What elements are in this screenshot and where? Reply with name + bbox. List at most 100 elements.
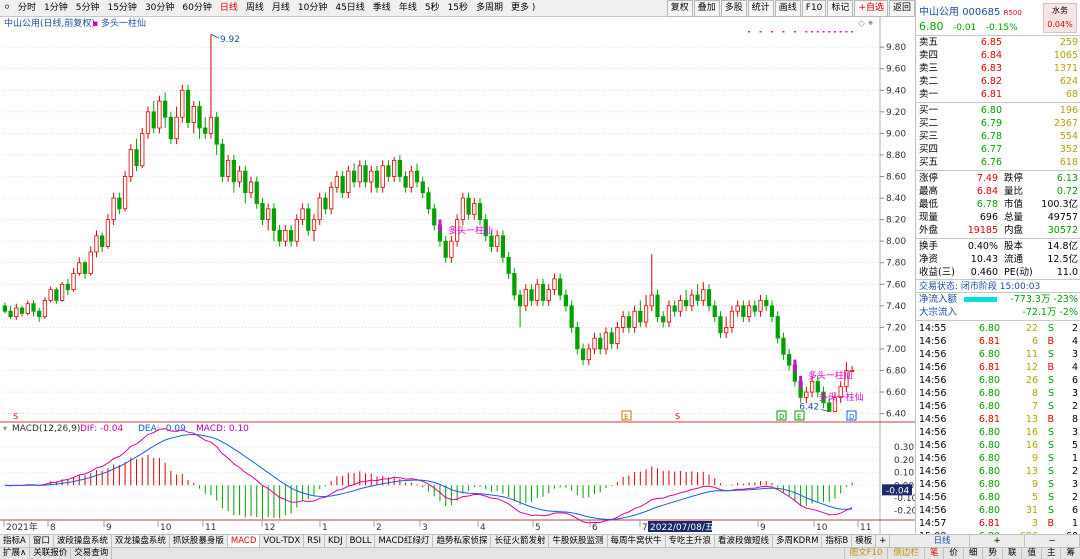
period-tab[interactable]: 30分钟	[141, 0, 178, 17]
toolbar-button[interactable]: F10	[801, 0, 827, 17]
settings-icon[interactable]: ⚪	[0, 0, 14, 17]
toolbar-button[interactable]: 多股	[720, 0, 747, 17]
date-label: 4	[480, 523, 486, 533]
sidebar-view-tab[interactable]: 势	[982, 548, 1002, 559]
indicator-tab[interactable]: 窗口	[30, 535, 54, 547]
period-tab[interactable]: 更多 )	[507, 0, 539, 17]
toolbar-button[interactable]: 返回	[888, 0, 915, 17]
sidebar-view-tab[interactable]: 联	[1001, 548, 1022, 559]
toolbar-button[interactable]: 统计	[747, 0, 774, 17]
indicator-tab[interactable]: 牛股妖股监测	[549, 535, 608, 547]
sidebar-view-tab[interactable]: 细	[962, 548, 983, 559]
period-tab[interactable]: 周线	[242, 0, 268, 17]
tick-row: 14:56 6.80 31 S 6	[916, 504, 1080, 517]
sidebar-view-tab[interactable]: 值	[1021, 548, 1041, 559]
indicator-tab[interactable]: 抓妖股暴身版	[170, 535, 228, 547]
tick-time: 14:56	[919, 401, 947, 412]
orderbook-row[interactable]: 买五 6.76 618	[916, 156, 1080, 169]
indicator-tab[interactable]: 模板	[852, 535, 877, 547]
indicator-tab[interactable]: MACD红绿灯	[375, 535, 434, 547]
tick-list[interactable]: 14:55 6.80 22 S 2 14:56 6.81 6 B 4 14:56 6.80 11 S 3 14…	[916, 322, 1080, 543]
stat-key: 跌停	[1004, 173, 1024, 184]
period-tab[interactable]: 分时	[14, 0, 40, 17]
sidebar-view-tab[interactable]: 笔	[923, 548, 944, 559]
candle-body	[231, 159, 236, 183]
toolbar-button[interactable]: 标记	[827, 0, 854, 17]
orderbook-row[interactable]: 买四 6.77 352	[916, 143, 1080, 156]
f10-link[interactable]: 图文F10	[843, 548, 888, 559]
candle-body	[718, 316, 723, 334]
status-item[interactable]: 交易查询	[71, 548, 113, 559]
toolbar-button[interactable]: 画线	[774, 0, 801, 17]
period-label[interactable]: 日线	[915, 535, 970, 547]
period-tab[interactable]: 1分钟	[40, 0, 72, 17]
stock-header: 中山公用 000685 R500 6.80 -0.01 -0.15% 水务 0.…	[916, 0, 1080, 36]
indicator-tab[interactable]: 指标B	[822, 535, 853, 547]
sector-badge[interactable]: 水务 0.04%	[1043, 3, 1077, 33]
toolbar-button[interactable]: +自选	[854, 0, 888, 17]
candle-body	[226, 159, 231, 177]
period-tab[interactable]: 60分钟	[178, 0, 215, 17]
orderbook-row[interactable]: 买二 6.79 2367	[916, 117, 1080, 130]
sidebar-view-tab[interactable]: 主	[1040, 548, 1061, 559]
period-tab[interactable]: 15分钟	[103, 0, 140, 17]
period-tab[interactable]: 45日线	[331, 0, 368, 17]
toolbar-button[interactable]: 叠加	[693, 0, 720, 17]
orderbook-row[interactable]: 卖五 6.85 259	[916, 36, 1080, 49]
kline-chart[interactable]: 9.80 9.60 9.40 9.20 9.00 8.80 8.60 8.40 8.20 8.00…	[0, 17, 915, 534]
orderbook-row[interactable]: 卖一 6.81 68	[916, 88, 1080, 101]
pin-icon: ⌖	[868, 19, 873, 29]
tick-volume: 13	[1025, 414, 1038, 425]
orderbook-row[interactable]: 卖三 6.83 1371	[916, 62, 1080, 75]
orderbook-row[interactable]: 买一 6.80 196	[916, 104, 1080, 117]
indicator-tab[interactable]: 双龙操盘系统	[112, 535, 170, 547]
indicator-tab[interactable]: VOL-TDX	[260, 535, 305, 547]
chart-area[interactable]: 9.80 9.60 9.40 9.20 9.00 8.80 8.60 8.40 8.20 8.00…	[0, 17, 915, 534]
sidebar-view-tab[interactable]: 筹	[1060, 548, 1080, 559]
period-tab[interactable]: 15秒	[444, 0, 472, 17]
indicator-tab[interactable]: 每周牛窝伏牛	[608, 535, 666, 547]
tab-minus[interactable]: −	[1025, 535, 1080, 547]
tab-plus[interactable]: +	[970, 535, 1025, 547]
candle-body	[174, 116, 179, 140]
period-tab[interactable]: 季线	[369, 0, 395, 17]
stat-key: 涨停	[919, 173, 939, 184]
indicator-tab[interactable]: 看波段做短线	[715, 535, 774, 547]
stat-key: 净资	[919, 254, 939, 265]
indicator-tab[interactable]: 波段操盘系统	[54, 535, 112, 547]
flow-bar	[964, 297, 997, 302]
status-item[interactable]: 扩展∧	[0, 548, 31, 559]
tick-row: 14:56 6.80 26 S 6	[916, 374, 1080, 387]
candle-body	[695, 294, 700, 301]
orderbook-label: 卖一	[919, 89, 939, 100]
orderbook-row[interactable]: 卖四 6.84 1065	[916, 49, 1080, 62]
indicator-tab[interactable]: 多周KDRM	[773, 535, 823, 547]
indicator-tab[interactable]: 长征火箭发射	[491, 535, 550, 547]
stat-row: 外盘 19185 内盘 30572	[916, 224, 1080, 237]
indicator-tab[interactable]: 专吃主升浪	[666, 535, 716, 547]
toolbar-button[interactable]: 复权	[666, 0, 693, 17]
candle-body	[495, 235, 500, 247]
candle-body	[25, 303, 30, 314]
period-tab[interactable]: 10分钟	[294, 0, 331, 17]
candle-body	[592, 337, 597, 350]
orderbook-row[interactable]: 卖二 6.82 624	[916, 75, 1080, 88]
indicator-tab[interactable]: +	[876, 535, 891, 547]
indicator-tab[interactable]: BOLL	[347, 535, 376, 547]
status-item[interactable]: 关联报价	[30, 548, 72, 559]
indicator-tab[interactable]: RSI	[304, 535, 325, 547]
period-tab[interactable]: 5分钟	[72, 0, 104, 17]
indicator-tab[interactable]: KDJ	[325, 535, 347, 547]
stat-key: PE(动)	[1004, 267, 1033, 278]
sidebar-link[interactable]: 侧边栏	[887, 548, 924, 559]
sidebar-view-tab[interactable]: 价	[943, 548, 963, 559]
period-tab[interactable]: 日线	[216, 0, 242, 17]
orderbook-row[interactable]: 买三 6.78 554	[916, 130, 1080, 143]
period-tab[interactable]: 多周期	[472, 0, 507, 17]
period-tab[interactable]: 年线	[395, 0, 421, 17]
period-tab[interactable]: 5秒	[421, 0, 444, 17]
period-tab[interactable]: 月线	[268, 0, 294, 17]
indicator-tab[interactable]: 指标A	[0, 535, 30, 547]
indicator-tab[interactable]: MACD	[227, 535, 261, 547]
indicator-tab[interactable]: 趋势私家侦探	[433, 535, 492, 547]
